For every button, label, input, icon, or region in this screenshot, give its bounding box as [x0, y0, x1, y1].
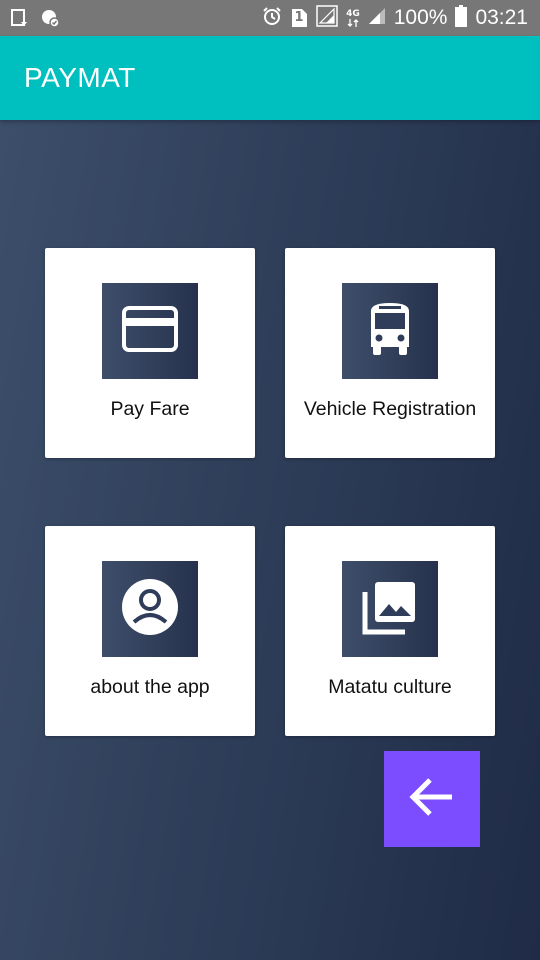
clock: 03:21: [475, 6, 528, 29]
photo-library-icon: [361, 578, 419, 641]
app-bar: PAYMAT: [0, 36, 540, 120]
matatu-culture-label: Matatu culture: [328, 676, 452, 698]
back-button[interactable]: [384, 751, 480, 847]
alarm-icon: [262, 6, 282, 31]
pay-fare-icon-box: [102, 283, 198, 379]
screenshot-icon: [10, 8, 30, 33]
signal-icon: [368, 7, 386, 30]
pay-fare-card[interactable]: Pay Fare: [45, 248, 255, 458]
about-the-app-icon-box: [102, 561, 198, 657]
sim-slot-label: 1: [294, 10, 304, 25]
bus-icon: [367, 301, 413, 362]
arrow-back-icon: [408, 777, 456, 822]
app-title: PAYMAT: [24, 62, 136, 93]
account-circle-icon: [121, 578, 179, 641]
status-left-icons: [10, 8, 60, 33]
about-the-app-card[interactable]: about the app: [45, 526, 255, 736]
status-right-icons: 1 4G 100% 03:21: [262, 4, 528, 32]
battery-icon: [455, 4, 468, 32]
matatu-culture-icon-box: [342, 561, 438, 657]
vehicle-registration-label: Vehicle Registration: [303, 398, 477, 420]
shield-icon: [40, 8, 60, 33]
status-bar: 1 4G 100% 03:21: [0, 0, 540, 36]
signal-icon: [316, 4, 338, 32]
network-4g-icon: 4G: [346, 8, 360, 27]
vehicle-registration-card[interactable]: Vehicle Registration: [285, 248, 495, 458]
matatu-culture-card[interactable]: Matatu culture: [285, 526, 495, 736]
pay-fare-label: Pay Fare: [110, 398, 190, 420]
about-the-app-label: about the app: [90, 676, 210, 698]
vehicle-registration-icon-box: [342, 283, 438, 379]
sim-icon: 1: [290, 8, 308, 28]
credit-card-icon: [122, 305, 178, 357]
battery-percent: 100%: [393, 6, 448, 29]
network-type-label: 4G: [346, 8, 360, 19]
